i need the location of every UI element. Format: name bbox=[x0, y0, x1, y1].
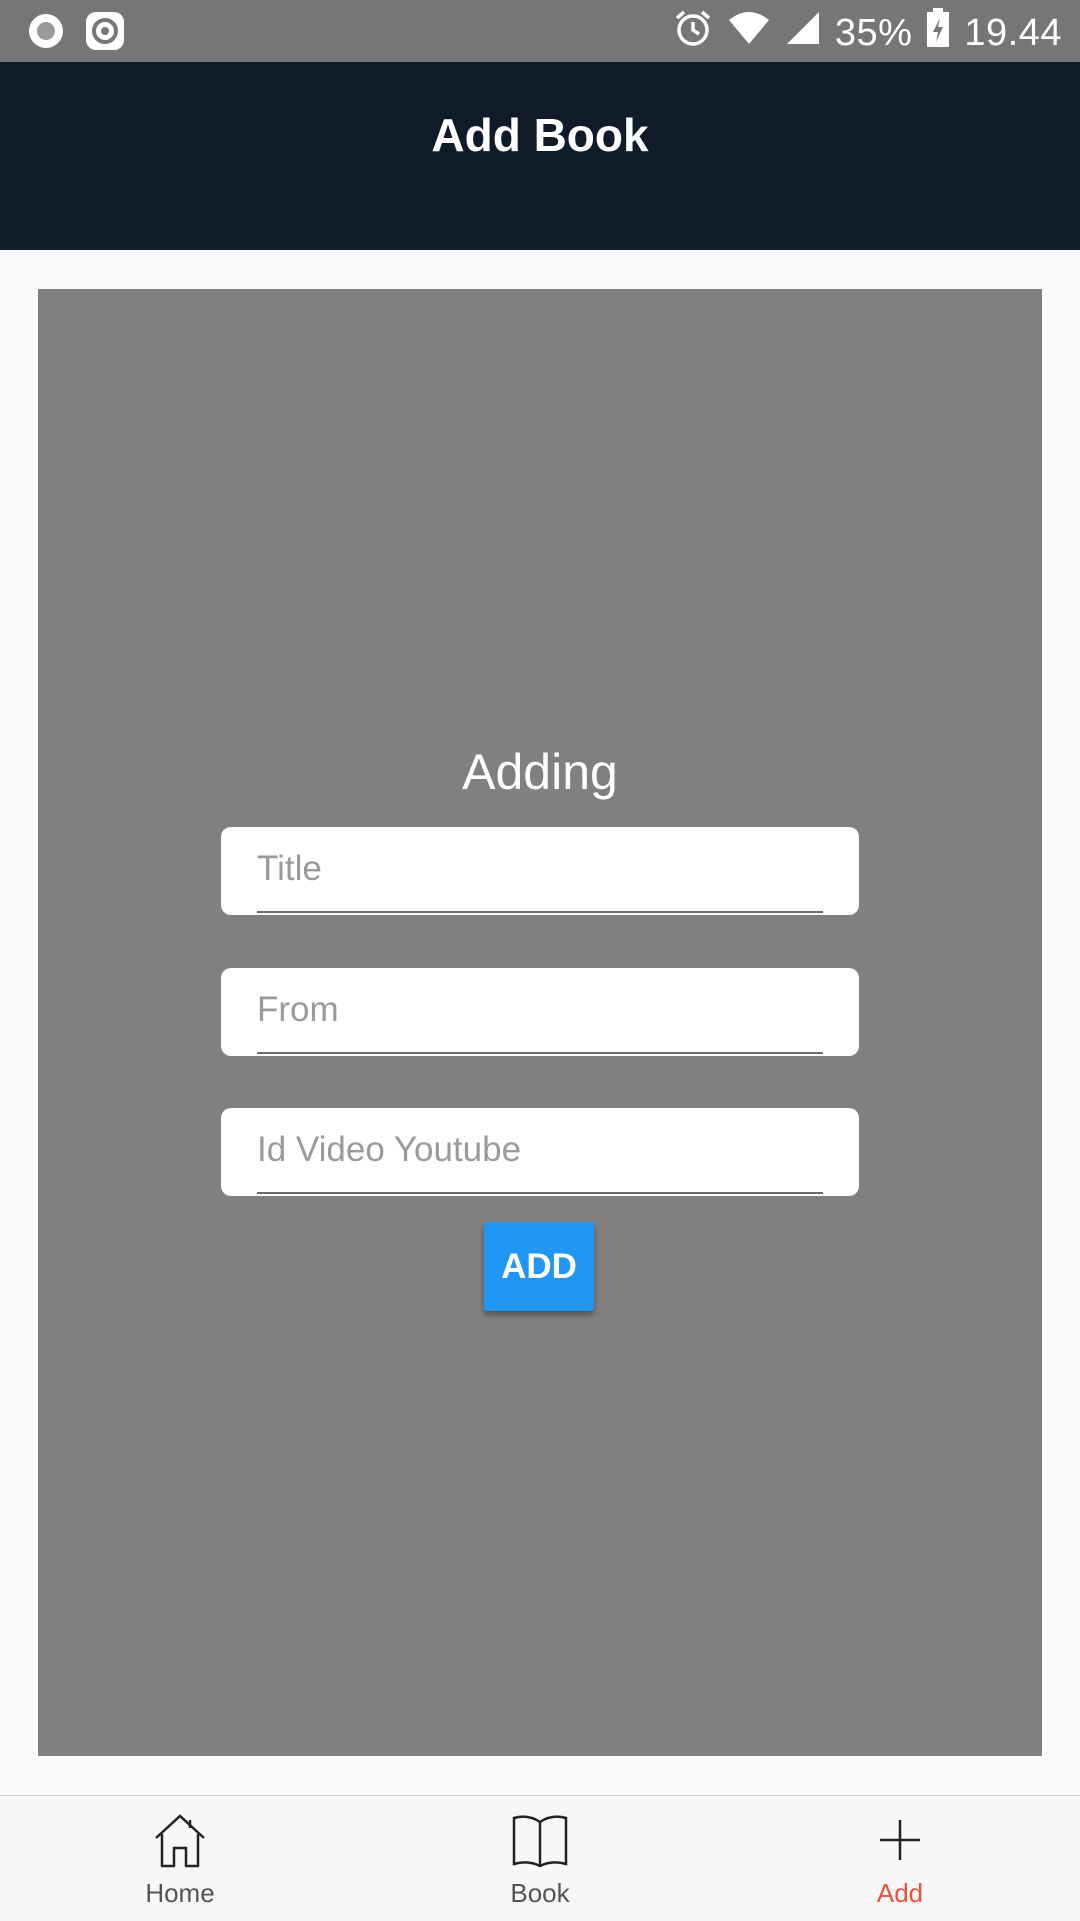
add-button[interactable]: ADD bbox=[484, 1222, 594, 1311]
battery-charging-icon bbox=[926, 8, 950, 58]
screen-recorder-icon bbox=[84, 10, 126, 57]
plus-icon bbox=[868, 1808, 932, 1872]
nav-item-book[interactable]: Book bbox=[440, 1796, 640, 1921]
record-icon bbox=[26, 11, 66, 56]
bottom-nav: Home Book Add bbox=[0, 1795, 1080, 1921]
home-icon bbox=[148, 1808, 212, 1872]
form-panel: Adding ADD bbox=[38, 289, 1042, 1756]
clock: 19.44 bbox=[964, 11, 1062, 54]
from-field bbox=[221, 968, 859, 1056]
wifi-icon bbox=[727, 10, 771, 56]
nav-label-home: Home bbox=[145, 1878, 215, 1908]
title-field bbox=[221, 827, 859, 915]
form-heading: Adding bbox=[462, 744, 618, 800]
signal-icon bbox=[785, 10, 821, 56]
nav-item-add[interactable]: Add bbox=[800, 1796, 1000, 1921]
book-icon bbox=[508, 1808, 572, 1872]
video-id-input[interactable] bbox=[257, 1108, 823, 1194]
alarm-icon bbox=[673, 8, 713, 58]
nav-label-add: Add bbox=[876, 1878, 924, 1908]
title-input[interactable] bbox=[257, 827, 823, 913]
status-bar: 35% 19.44 bbox=[0, 0, 1080, 62]
nav-item-home[interactable]: Home bbox=[80, 1796, 280, 1921]
from-input[interactable] bbox=[257, 968, 823, 1054]
video-id-field bbox=[221, 1108, 859, 1196]
nav-label-book: Book bbox=[510, 1878, 570, 1908]
page-title: Add Book bbox=[431, 109, 649, 161]
battery-percent: 35% bbox=[834, 11, 913, 54]
